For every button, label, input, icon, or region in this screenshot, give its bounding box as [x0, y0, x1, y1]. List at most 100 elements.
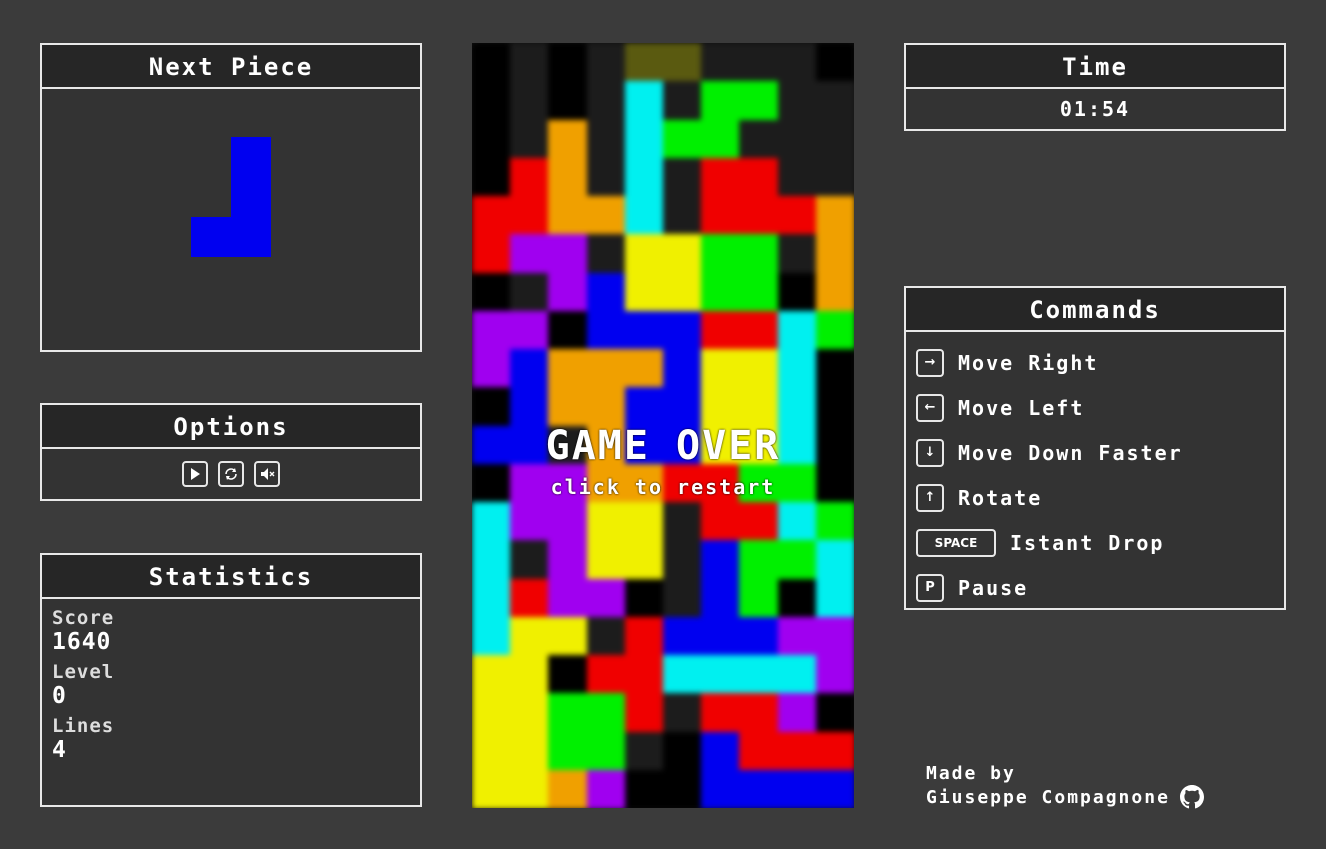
board-cell	[510, 43, 550, 83]
credits: Made by Giuseppe Compagnone	[926, 762, 1204, 809]
board-cell	[777, 616, 817, 656]
board-cell	[548, 540, 588, 580]
board-cell	[624, 502, 664, 542]
p-key-icon: P	[916, 573, 944, 602]
board-cell	[739, 157, 779, 197]
board-cell	[739, 540, 779, 580]
board-cell	[777, 693, 817, 733]
board-cell	[624, 655, 664, 695]
board-cell	[624, 81, 664, 121]
board-cell	[510, 349, 550, 389]
board-cell	[663, 81, 703, 121]
board-cell	[815, 502, 854, 542]
board-cell	[548, 196, 588, 236]
board-cell	[472, 616, 512, 656]
board-cell	[510, 616, 550, 656]
board-cell	[548, 655, 588, 695]
board-cell	[815, 731, 854, 771]
commands-title: Commands	[906, 288, 1284, 332]
next-piece-block	[191, 217, 231, 257]
command-label: Istant Drop	[1010, 530, 1165, 555]
board-cell	[624, 578, 664, 618]
board-cell	[663, 578, 703, 618]
command-label: Move Down Faster	[958, 440, 1183, 465]
board-cell	[472, 349, 512, 389]
board-cell	[472, 272, 512, 312]
board-cell	[624, 43, 664, 83]
board-cell	[663, 616, 703, 656]
board-cell	[624, 157, 664, 197]
next-piece-block	[231, 217, 271, 257]
space-key-icon: SPACE	[916, 528, 996, 557]
board-cell	[739, 655, 779, 695]
board-cell	[472, 196, 512, 236]
statistics-title: Statistics	[42, 555, 420, 599]
board-cell	[472, 81, 512, 121]
board-cell	[739, 43, 779, 83]
mute-button[interactable]	[254, 461, 280, 487]
board-cell	[510, 81, 550, 121]
board-cell	[701, 769, 741, 808]
board-cell	[586, 81, 626, 121]
credits-made-by: Made by	[926, 763, 1016, 784]
board-cell	[815, 769, 854, 808]
board-cell	[472, 655, 512, 695]
board-cell	[663, 349, 703, 389]
board-cell	[548, 731, 588, 771]
board-cell	[663, 234, 703, 274]
play-button[interactable]	[182, 461, 208, 487]
board-cell	[510, 196, 550, 236]
board-cell	[663, 157, 703, 197]
board-cell	[624, 540, 664, 580]
restart-button[interactable]	[218, 461, 244, 487]
board-cell	[624, 349, 664, 389]
next-piece-preview	[42, 89, 420, 349]
board-cell	[739, 196, 779, 236]
level-label: Level	[52, 661, 115, 683]
board-cell	[777, 540, 817, 580]
board-cell	[815, 693, 854, 733]
board-cell	[586, 349, 626, 389]
board-cell	[777, 119, 817, 159]
board-cell	[586, 43, 626, 83]
arrow-left-key-icon: ←	[916, 393, 944, 422]
board-cell	[472, 540, 512, 580]
board-cell	[777, 43, 817, 83]
board-cell	[815, 272, 854, 312]
board-cell	[510, 769, 550, 808]
board-cell	[663, 693, 703, 733]
board-cell	[739, 769, 779, 808]
github-icon[interactable]	[1179, 785, 1204, 809]
board-cell	[472, 43, 512, 83]
board-cell	[701, 81, 741, 121]
board-cell	[472, 693, 512, 733]
board-cell	[663, 387, 703, 427]
lines-label: Lines	[52, 715, 115, 737]
board-cell	[472, 769, 512, 808]
command-move-down: ↓ Move Down Faster	[916, 430, 1274, 475]
board-cell	[586, 540, 626, 580]
restart-link[interactable]: click to restart	[472, 475, 854, 499]
board-cell	[777, 769, 817, 808]
board-cell	[548, 769, 588, 808]
command-move-right: → Move Right	[916, 340, 1274, 385]
next-piece-panel: Next Piece	[40, 43, 422, 352]
board-cell	[472, 502, 512, 542]
time-title: Time	[906, 45, 1284, 89]
level-value: 0	[52, 683, 67, 709]
board-cell	[548, 578, 588, 618]
board-cell	[739, 616, 779, 656]
credits-author[interactable]: Giuseppe Compagnone	[926, 786, 1170, 809]
board-cell	[586, 272, 626, 312]
command-label: Pause	[958, 575, 1029, 600]
board-cell	[815, 349, 854, 389]
board-cell	[701, 578, 741, 618]
gameover-overlay[interactable]: GAME OVER click to restart	[472, 423, 854, 499]
arrow-right-key-icon: →	[916, 348, 944, 377]
board-cell	[510, 578, 550, 618]
game-board[interactable]: GAME OVER click to restart	[472, 43, 854, 808]
board-cell	[739, 502, 779, 542]
board-cell	[701, 234, 741, 274]
arrow-down-key-icon: ↓	[916, 438, 944, 467]
lines-value: 4	[52, 737, 67, 763]
